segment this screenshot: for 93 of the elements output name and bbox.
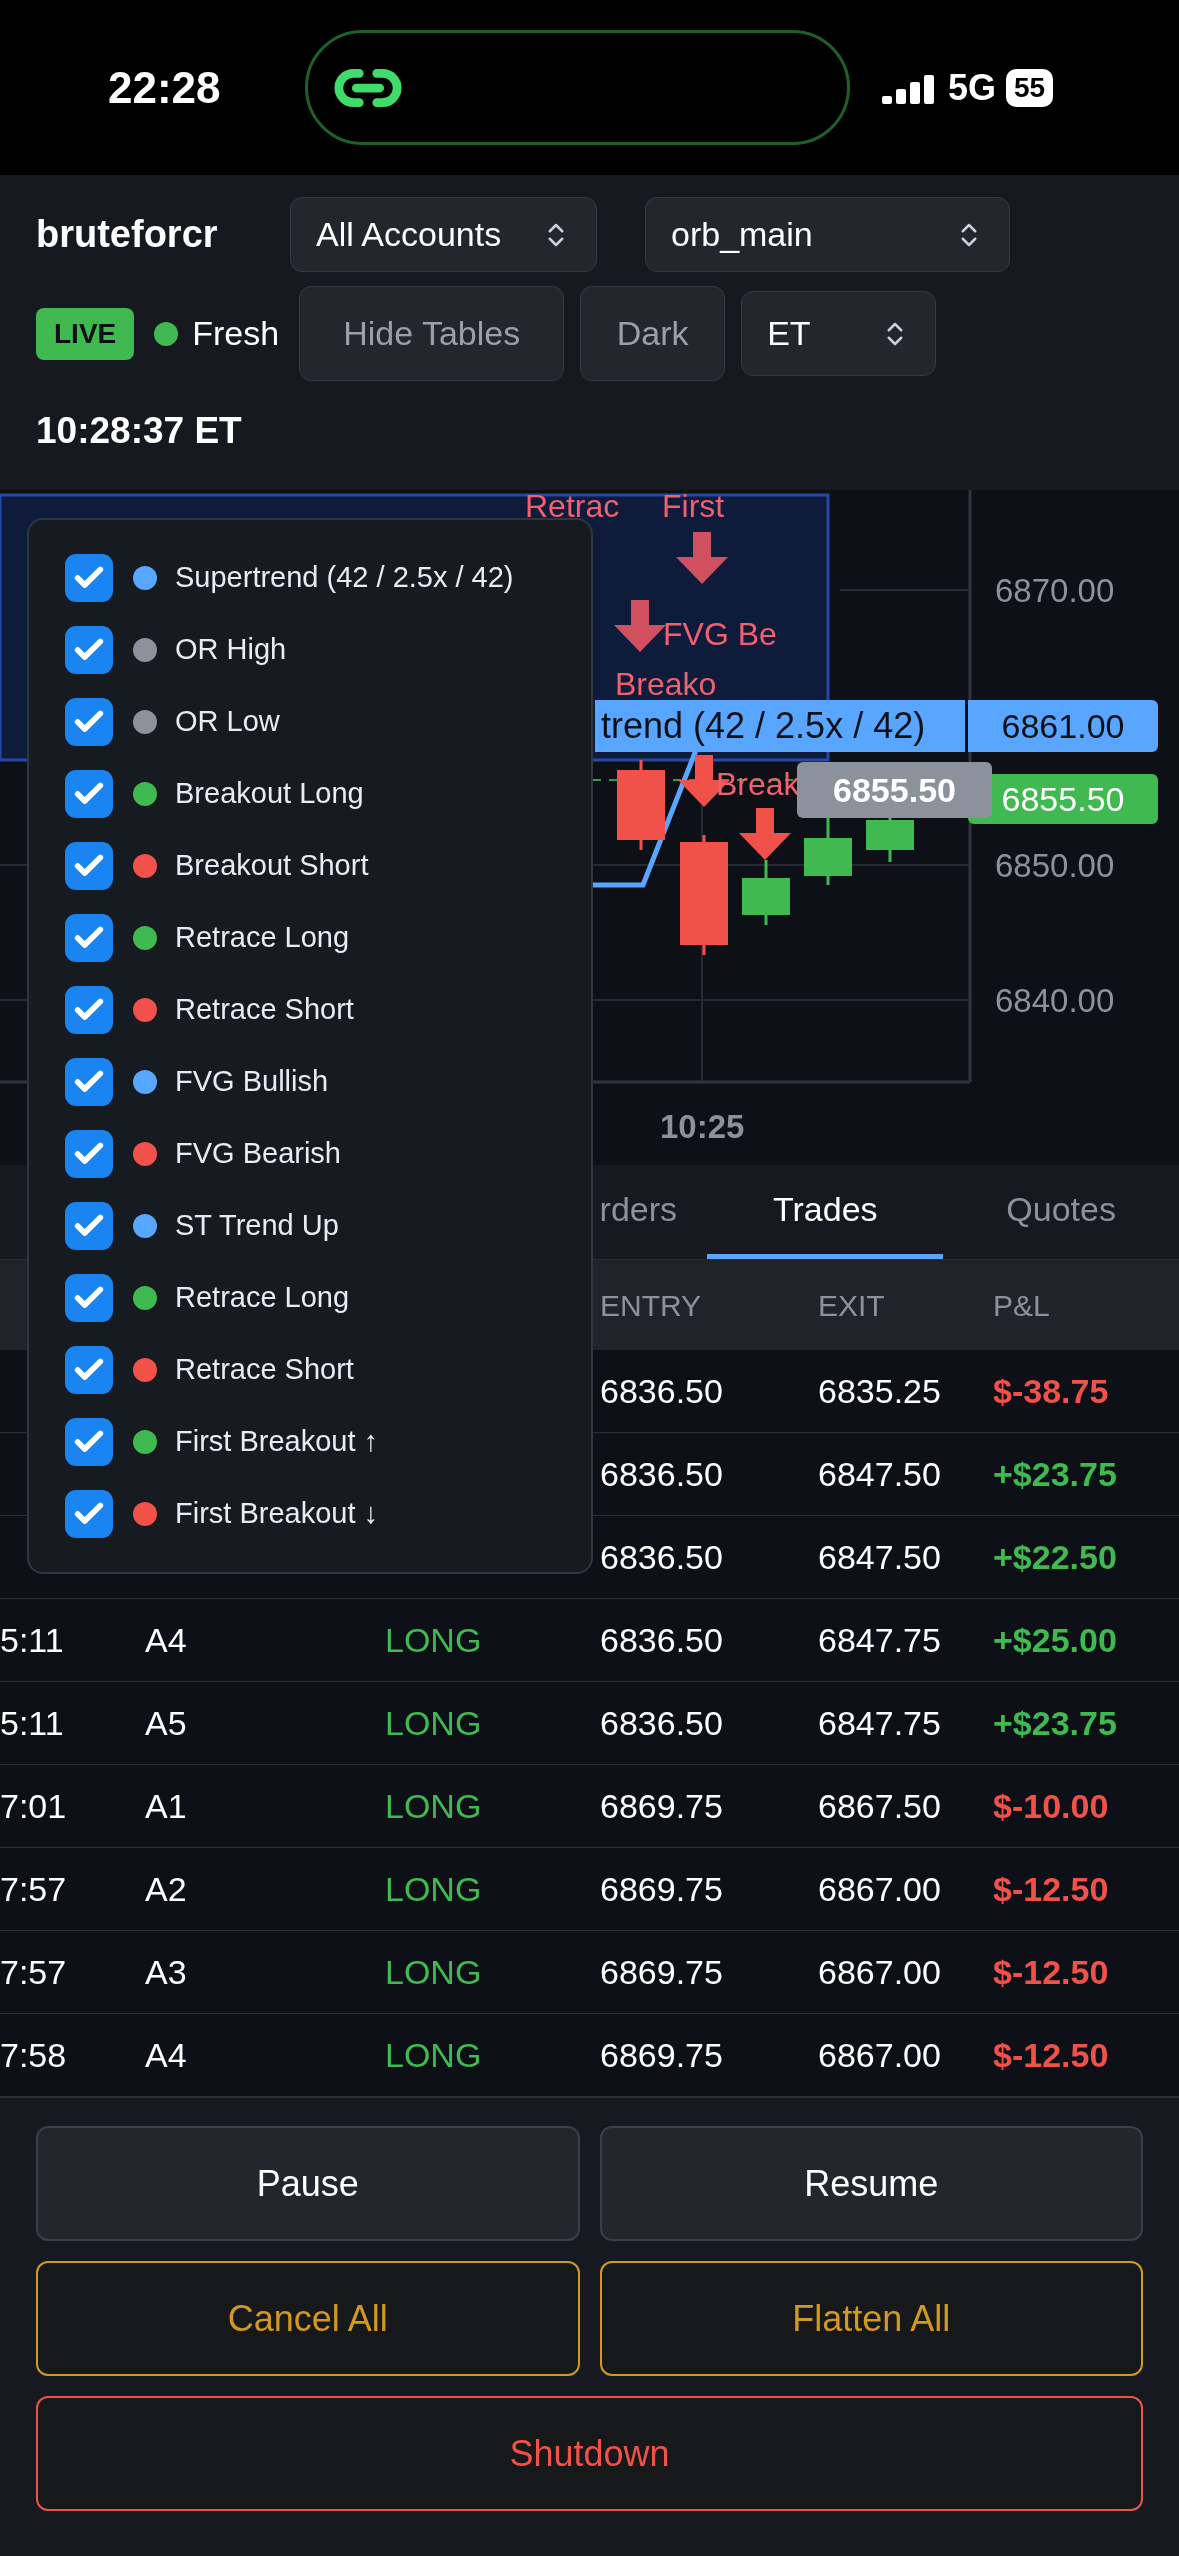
account-select[interactable]: All Accounts [290, 197, 597, 272]
exit-cell-text: 6847.50 [818, 1536, 941, 1578]
column-header: P&L [993, 1287, 1050, 1324]
pnl-cell-text: +$22.50 [993, 1536, 1117, 1578]
time-cell-text: 7:01 [0, 1785, 67, 1827]
pnl-cell-text: $-12.50 [993, 2034, 1109, 2076]
column-header: ENTRY [600, 1287, 702, 1324]
side-cell-text: LONG [385, 1785, 482, 1827]
price-axis-label: 6870.00 [995, 574, 1115, 607]
exit-cell-text: 6867.00 [818, 2034, 941, 2076]
toggle-button[interactable]: Hide Tables [299, 286, 565, 381]
time-cell-text: 5:11 [0, 1619, 64, 1661]
entry-cell-text: 6869.75 [600, 1785, 723, 1827]
app-title: bruteforcr [36, 212, 219, 257]
entry-cell-text: 6836.50 [600, 1702, 723, 1744]
legend-label[interactable]: Retrace Long [175, 916, 350, 960]
account-cell-text: A1 [145, 1785, 187, 1827]
time-cell-text: 7:57 [0, 1951, 67, 1993]
signal-label: First [662, 490, 725, 522]
legend-label[interactable]: OR Low [175, 700, 280, 744]
supertrend-label: trend (42 / 2.5x / 42) [595, 700, 965, 752]
pnl-cell-text: +$25.00 [993, 1619, 1117, 1661]
pnl-cell-text: $-12.50 [993, 1868, 1109, 1910]
legend-label[interactable]: Retrace Long [175, 1276, 350, 1320]
legend-label[interactable]: FVG Bearish [175, 1132, 341, 1176]
side-cell-text: LONG [385, 1619, 482, 1661]
exit-cell-text: 6847.50 [818, 1453, 941, 1495]
pnl-cell-text: $-12.50 [993, 1951, 1109, 1993]
account-cell-text: A5 [145, 1702, 187, 1744]
exit-cell-text: 6847.75 [818, 1702, 941, 1744]
legend-label[interactable]: First Breakout ↓ [175, 1492, 379, 1536]
signal-label: FVG Be [663, 618, 777, 650]
side-cell-text: LONG [385, 1702, 482, 1744]
entry-cell-text: 6836.50 [600, 1453, 723, 1495]
action-button[interactable]: Resume [599, 2126, 1143, 2241]
battery-icon: 55 [1006, 68, 1054, 107]
signal-label: Retrac [525, 490, 620, 522]
account-cell-text: A3 [145, 1951, 187, 1993]
time-cell-text: 7:57 [0, 1868, 67, 1910]
entry-cell-text: 6869.75 [600, 1951, 723, 1993]
account-cell-text: A4 [145, 1619, 187, 1661]
action-button[interactable]: Pause [36, 2126, 580, 2241]
exit-cell-text: 6867.00 [818, 1951, 941, 1993]
signal-label: Breako [615, 668, 717, 700]
action-button[interactable]: Cancel All [36, 2261, 580, 2376]
exit-cell-text: 6867.00 [818, 1868, 941, 1910]
crosshair-price-tag: 6855.50 [797, 762, 992, 818]
entry-cell-text: 6869.75 [600, 2034, 723, 2076]
legend-label[interactable]: First Breakout ↑ [175, 1420, 379, 1464]
price-axis-label: 6840.00 [995, 984, 1115, 1017]
time-cell-text: 5:11 [0, 1702, 64, 1744]
time-cell-text: 7:58 [0, 2034, 67, 2076]
network-label: 5G [948, 65, 997, 110]
entry-cell-text: 6836.50 [600, 1370, 723, 1412]
strategy-select[interactable]: orb_main [645, 197, 1010, 272]
column-header: EXIT [818, 1287, 885, 1324]
account-cell-text: A2 [145, 1868, 187, 1910]
account-cell-text: A4 [145, 2034, 187, 2076]
tab[interactable]: rders [471, 1165, 708, 1259]
live-badge: LIVE [36, 307, 135, 360]
action-button[interactable]: Flatten All [599, 2261, 1143, 2376]
pnl-cell-text: +$23.75 [993, 1453, 1117, 1495]
exit-cell-text: 6835.25 [818, 1370, 941, 1412]
legend-label[interactable]: Supertrend (42 / 2.5x / 42) [175, 556, 514, 600]
side-cell-text: LONG [385, 2034, 482, 2076]
legend-label[interactable]: ST Trend Up [175, 1204, 339, 1248]
action-button[interactable]: Shutdown [36, 2396, 1143, 2511]
time-axis-label: 10:25 [660, 1110, 745, 1143]
supertrend-price-tag: 6861.00 [968, 700, 1158, 752]
side-cell-text: LONG [385, 1951, 482, 1993]
legend-label[interactable]: Retrace Short [175, 1348, 354, 1392]
legend-label[interactable]: OR High [175, 628, 287, 672]
tab[interactable]: Quotes [943, 1165, 1179, 1259]
signal-label: Break [716, 768, 800, 800]
pnl-cell-text: +$23.75 [993, 1702, 1117, 1744]
legend-label[interactable]: Breakout Long [175, 772, 364, 816]
side-cell-text: LONG [385, 1868, 482, 1910]
legend-label[interactable]: Retrace Short [175, 988, 354, 1032]
exit-cell-text: 6847.75 [818, 1619, 941, 1661]
clock-text: 10:28:37 ET [36, 409, 242, 453]
price-axis-label: 6850.00 [995, 849, 1115, 882]
exit-cell-text: 6867.50 [818, 1785, 941, 1827]
pnl-cell-text: $-38.75 [993, 1370, 1109, 1412]
legend-label[interactable]: Breakout Short [175, 844, 369, 888]
feed-status: Fresh [192, 313, 280, 354]
legend-label[interactable]: FVG Bullish [175, 1060, 329, 1104]
entry-cell-text: 6836.50 [600, 1536, 723, 1578]
toggle-button[interactable]: Dark [580, 286, 726, 381]
entry-cell-text: 6869.75 [600, 1868, 723, 1910]
pnl-cell-text: $-10.00 [993, 1785, 1109, 1827]
status-time: 22:28 [108, 61, 222, 114]
entry-cell-text: 6836.50 [600, 1619, 723, 1661]
timezone-select[interactable]: ET [741, 291, 937, 376]
